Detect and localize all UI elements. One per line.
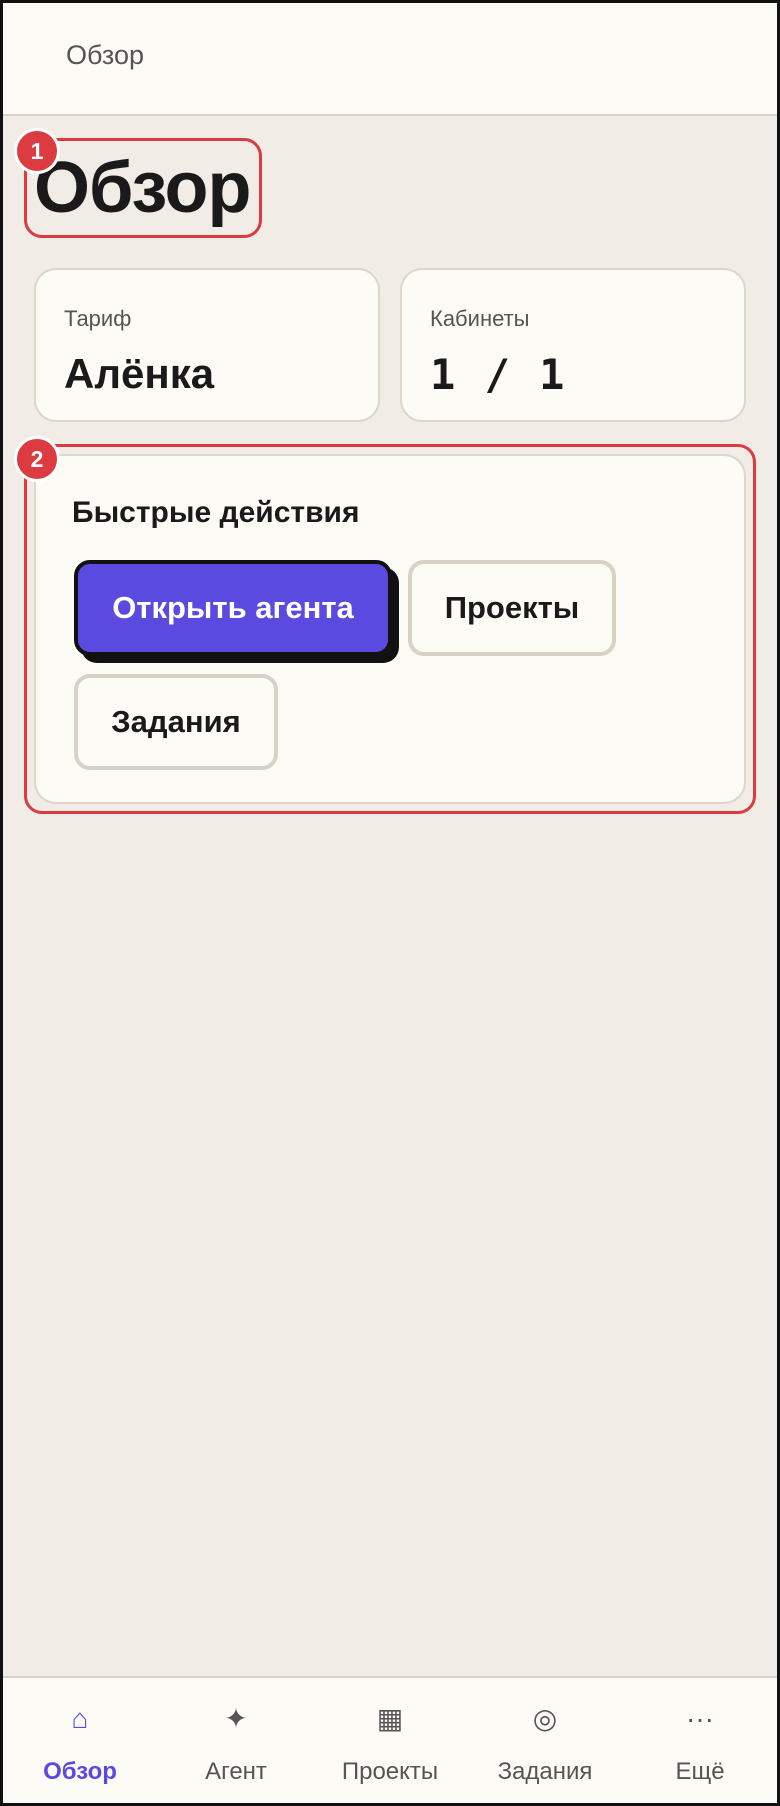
- cabinets-card: Кабинеты 1 / 1: [400, 268, 746, 422]
- cabinets-value: 1 / 1: [430, 350, 567, 399]
- nav-label-tasks: Задания: [497, 1758, 593, 1785]
- quick-actions-title: Быстрые действия: [72, 496, 360, 529]
- nav-label-more: Ещё: [675, 1758, 725, 1785]
- annotation-badge-2: 2: [14, 436, 60, 482]
- projects-button[interactable]: Проекты: [408, 560, 616, 656]
- nav-label-projects: Проекты: [341, 1758, 439, 1785]
- more-icon: ···: [686, 1703, 714, 1734]
- quick-actions-card: Быстрые действия Открыть агента Проекты …: [34, 454, 746, 804]
- nav-item-overview[interactable]: ⌂ Обзор: [2, 1678, 158, 1806]
- page-title: Обзор: [34, 148, 251, 228]
- cabinets-label: Кабинеты: [430, 306, 530, 331]
- grid-icon: ▦: [376, 1703, 404, 1734]
- plan-label: Тариф: [64, 306, 132, 331]
- home-icon: ⌂: [71, 1703, 89, 1734]
- tasks-button[interactable]: Задания: [74, 674, 278, 770]
- top-bar: Обзор: [0, 0, 780, 116]
- nav-label-overview: Обзор: [43, 1758, 117, 1785]
- target-icon: ◎: [532, 1703, 558, 1734]
- annotation-badge-1: 1: [14, 128, 60, 174]
- top-bar-title: Обзор: [66, 40, 144, 70]
- nav-item-projects[interactable]: ▦ Проекты: [312, 1678, 468, 1806]
- open-agent-button[interactable]: Открыть агента: [74, 560, 392, 656]
- plan-card: Тариф Алёнка: [34, 268, 380, 422]
- sparkle-icon: ✦: [224, 1703, 248, 1734]
- nav-item-more[interactable]: ··· Ещё: [622, 1678, 778, 1806]
- plan-value: Алёнка: [64, 350, 215, 397]
- nav-item-tasks[interactable]: ◎ Задания: [467, 1678, 623, 1806]
- nav-label-agent: Агент: [205, 1758, 267, 1785]
- nav-item-agent[interactable]: ✦ Агент: [158, 1678, 314, 1806]
- bottom-navigation: ⌂ Обзор ✦ Агент ▦ Проекты ◎ Задания ··· …: [0, 1676, 780, 1806]
